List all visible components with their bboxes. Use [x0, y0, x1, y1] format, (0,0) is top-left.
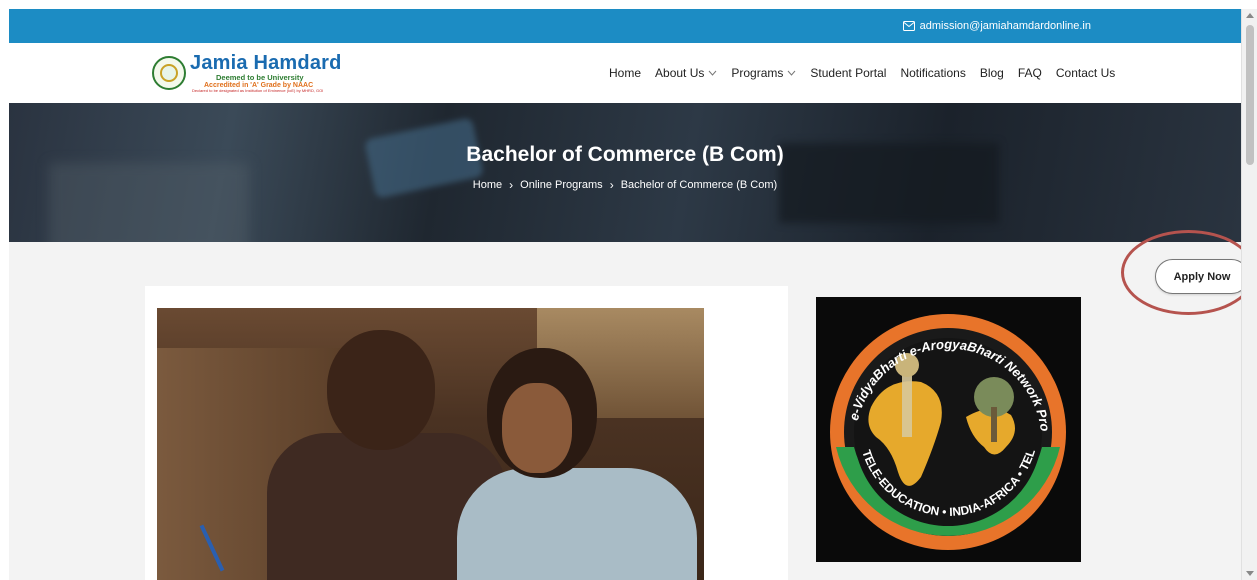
nav-item-faq[interactable]: FAQ	[1018, 66, 1042, 80]
nav-label: About Us	[655, 66, 705, 80]
program-card	[145, 286, 788, 580]
breadcrumb-home[interactable]: Home	[473, 179, 502, 191]
breadcrumb-separator-icon: ›	[509, 178, 514, 192]
nav-item-student-portal[interactable]: Student Portal	[810, 66, 886, 80]
nav-label: Home	[609, 66, 642, 80]
page-scrollbar[interactable]	[1241, 9, 1257, 580]
nav-item-blog[interactable]: Blog	[980, 66, 1004, 80]
scroll-down-arrow-icon[interactable]	[1246, 571, 1254, 576]
breadcrumb-separator-icon: ›	[609, 178, 614, 192]
breadcrumb-current: Bachelor of Commerce (B Com)	[620, 179, 778, 191]
nav-item-about-us[interactable]: About Us	[655, 66, 717, 80]
chevron-down-icon	[708, 70, 717, 76]
nav-item-home[interactable]: Home	[609, 66, 641, 80]
nav-label: Contact Us	[1055, 66, 1116, 80]
emblem-logo-icon: e-VidyaBharti e-ArogyaBharti Network Pro…	[811, 285, 1066, 550]
top-contact-bar: admission@jamiahamdardonline.in	[9, 9, 1241, 43]
page-hero-banner: Bachelor of Commerce (B Com) Home › Onli…	[9, 103, 1241, 242]
university-seal-icon	[152, 56, 186, 90]
nav-item-contact-us[interactable]: Contact Us	[1056, 66, 1115, 80]
site-logo[interactable]: Jamia Hamdard Deemed to be University Ac…	[152, 53, 342, 93]
page-title: Bachelor of Commerce (B Com)	[466, 143, 784, 166]
network-project-emblem: e-VidyaBharti e-ArogyaBharti Network Pro…	[811, 285, 1081, 562]
nav-label: Notifications	[900, 66, 966, 80]
breadcrumb: Home › Online Programs › Bachelor of Com…	[9, 178, 1241, 192]
nav-label: Blog	[979, 66, 1004, 80]
breadcrumb-online-programs[interactable]: Online Programs	[520, 179, 603, 191]
apply-now-button[interactable]: Apply Now	[1155, 259, 1249, 294]
logo-brand: Jamia Hamdard	[190, 52, 342, 75]
nav-item-notifications[interactable]: Notifications	[900, 66, 965, 80]
logo-fineprint: Declared to be designated as Institution…	[192, 87, 324, 93]
main-nav: Home About Us Programs Student Portal No…	[609, 43, 1115, 103]
email-text: admission@jamiahamdardonline.in	[919, 20, 1091, 32]
scrollbar-thumb[interactable]	[1246, 25, 1254, 165]
logo-subtitle: Deemed to be University	[216, 73, 304, 83]
scroll-up-arrow-icon[interactable]	[1246, 13, 1254, 18]
email-link[interactable]: admission@jamiahamdardonline.in	[902, 20, 1091, 32]
nav-label: FAQ	[1017, 66, 1042, 80]
nav-label: Programs	[731, 66, 784, 80]
students-studying-image	[157, 308, 704, 580]
site-header: Jamia Hamdard Deemed to be University Ac…	[9, 43, 1241, 103]
chevron-down-icon	[788, 70, 796, 76]
main-content: e-VidyaBharti e-ArogyaBharti Network Pro…	[9, 242, 1241, 580]
window-top-strip	[0, 0, 1257, 9]
mail-icon	[902, 21, 915, 31]
nav-item-programs[interactable]: Programs	[731, 66, 796, 80]
nav-label: Student Portal	[810, 66, 887, 80]
